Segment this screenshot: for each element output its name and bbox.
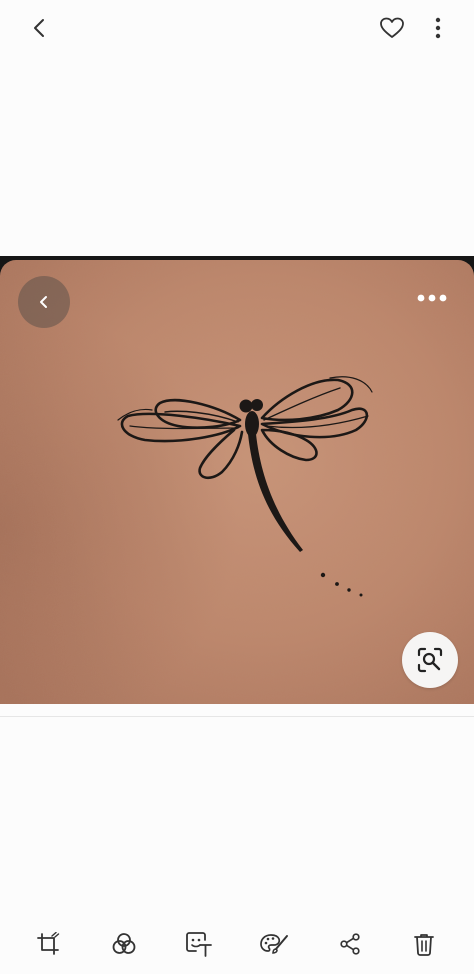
divider <box>0 716 474 717</box>
back-chevron-icon <box>34 19 44 37</box>
trash-icon <box>414 934 434 956</box>
photo-back-button[interactable] <box>18 276 70 328</box>
share-icon <box>340 933 360 955</box>
favorite-button[interactable] <box>372 8 412 48</box>
favorite-heart-icon <box>380 17 404 38</box>
back-button[interactable] <box>20 8 60 48</box>
more-horizontal-icon <box>417 294 447 302</box>
palette-brush-icon <box>260 934 288 954</box>
photo-frame <box>0 256 474 704</box>
more-vertical-icon <box>435 17 441 39</box>
text-sticker-icon <box>186 932 212 957</box>
dragonfly-tattoo-image <box>0 260 474 704</box>
crop-icon <box>37 932 60 955</box>
crop-button[interactable] <box>30 926 66 962</box>
share-button[interactable] <box>332 926 368 962</box>
more-options-button[interactable] <box>418 8 458 48</box>
gallery-viewer <box>0 0 474 974</box>
draw-button[interactable] <box>256 926 292 962</box>
photo[interactable] <box>0 260 474 704</box>
filters-button[interactable] <box>106 926 142 962</box>
visual-search-lens-icon <box>417 647 443 673</box>
text-sticker-button[interactable] <box>181 926 217 962</box>
photo-more-button[interactable] <box>412 288 452 308</box>
back-chevron-icon <box>40 296 47 308</box>
filters-icon <box>112 933 136 954</box>
top-bar <box>0 0 474 56</box>
bottom-toolbar <box>0 916 474 972</box>
delete-button[interactable] <box>406 926 442 962</box>
visual-search-button[interactable] <box>402 632 458 688</box>
